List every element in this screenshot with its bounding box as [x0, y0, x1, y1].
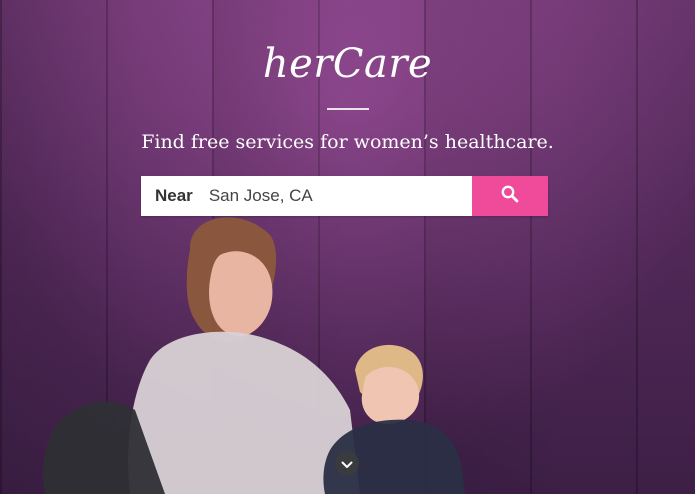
location-search-field[interactable]: Near [141, 176, 472, 216]
location-search-bar: Near [141, 176, 548, 216]
hercare-logo[interactable]: herCare [0, 40, 695, 88]
scroll-down-button[interactable] [335, 451, 359, 475]
chevron-down-icon [341, 454, 353, 473]
hero-tagline: Find free services for women’s healthcar… [141, 131, 554, 153]
near-label: Near [155, 186, 193, 205]
search-icon [501, 185, 519, 207]
header-divider [327, 108, 369, 110]
location-input[interactable] [208, 186, 449, 206]
search-button[interactable] [472, 176, 548, 216]
